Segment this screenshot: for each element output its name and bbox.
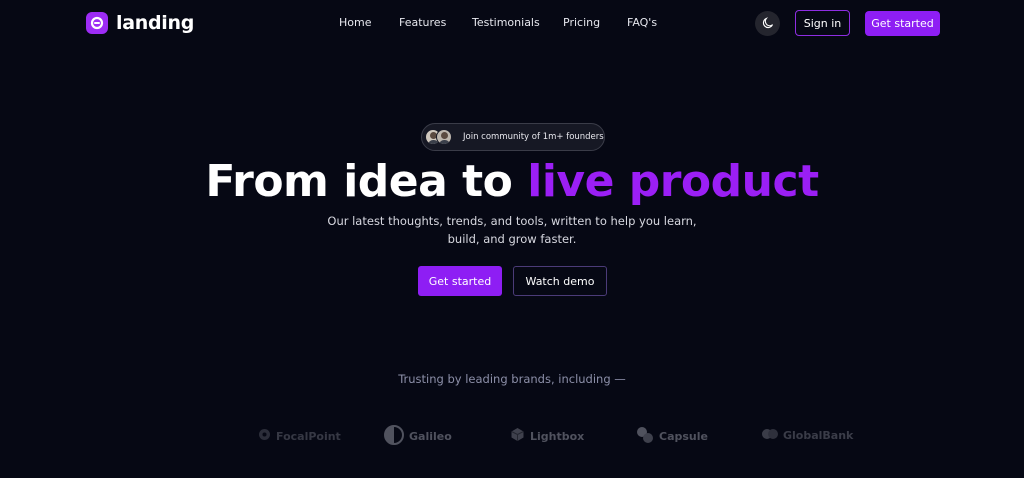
nav-pricing-link[interactable]: Pricing [563, 16, 627, 29]
main-nav: Home Features Testimonials Pricing FAQ's [339, 16, 657, 29]
logo-icon [86, 12, 108, 34]
nav-testimonials-link[interactable]: Testimonials [472, 16, 563, 29]
subtitle-line-2: build, and grow faster. [447, 232, 577, 246]
site-header: landing Home Features Testimonials Prici… [0, 0, 1024, 46]
avatar-group [425, 129, 459, 145]
focalpoint-icon [258, 428, 271, 444]
badge-text: Join community of 1m+ founders [463, 132, 604, 142]
brand-logos: FocalPoint Galileo Lightbox Capsule Glob… [0, 425, 1024, 449]
brand-name: Lightbox [530, 429, 585, 443]
brand-lightbox: Lightbox [510, 427, 584, 445]
watch-demo-button[interactable]: Watch demo [513, 266, 607, 296]
capsule-icon [636, 426, 654, 447]
hero-headline: From idea to live product [0, 156, 1024, 207]
brands-heading: Trusting by leading brands, including — [398, 372, 626, 386]
moon-icon [762, 14, 774, 33]
brand-galileo: Galileo [384, 425, 452, 448]
logo[interactable]: landing [86, 12, 194, 34]
globalbank-icon [762, 428, 778, 443]
subtitle-line-1: Our latest thoughts, trends, and tools, … [327, 214, 697, 228]
lightbox-icon [510, 427, 525, 445]
theme-toggle-button[interactable] [755, 11, 780, 36]
galileo-icon [384, 425, 404, 448]
hero-get-started-button[interactable]: Get started [418, 266, 502, 296]
avatar [436, 129, 452, 145]
headline-accent: live product [527, 156, 819, 207]
brand-name: Capsule [659, 430, 708, 443]
nav-features-link[interactable]: Features [399, 16, 472, 29]
brand-globalbank: GlobalBank [762, 428, 853, 443]
headline-main: From idea to [205, 156, 528, 207]
brand-name: FocalPoint [276, 429, 341, 443]
brand-focalpoint: FocalPoint [258, 428, 341, 444]
header-get-started-button[interactable]: Get started [865, 11, 940, 36]
hero-subtitle: Our latest thoughts, trends, and tools, … [312, 212, 712, 248]
brand-capsule: Capsule [636, 426, 708, 447]
logo-text: landing [116, 12, 195, 34]
nav-home-link[interactable]: Home [339, 16, 399, 29]
nav-faqs-link[interactable]: FAQ's [627, 16, 657, 29]
community-badge: Join community of 1m+ founders [421, 123, 605, 151]
brand-name: GlobalBank [783, 429, 854, 442]
brand-name: Galileo [409, 430, 452, 443]
sign-in-button[interactable]: Sign in [795, 10, 850, 36]
